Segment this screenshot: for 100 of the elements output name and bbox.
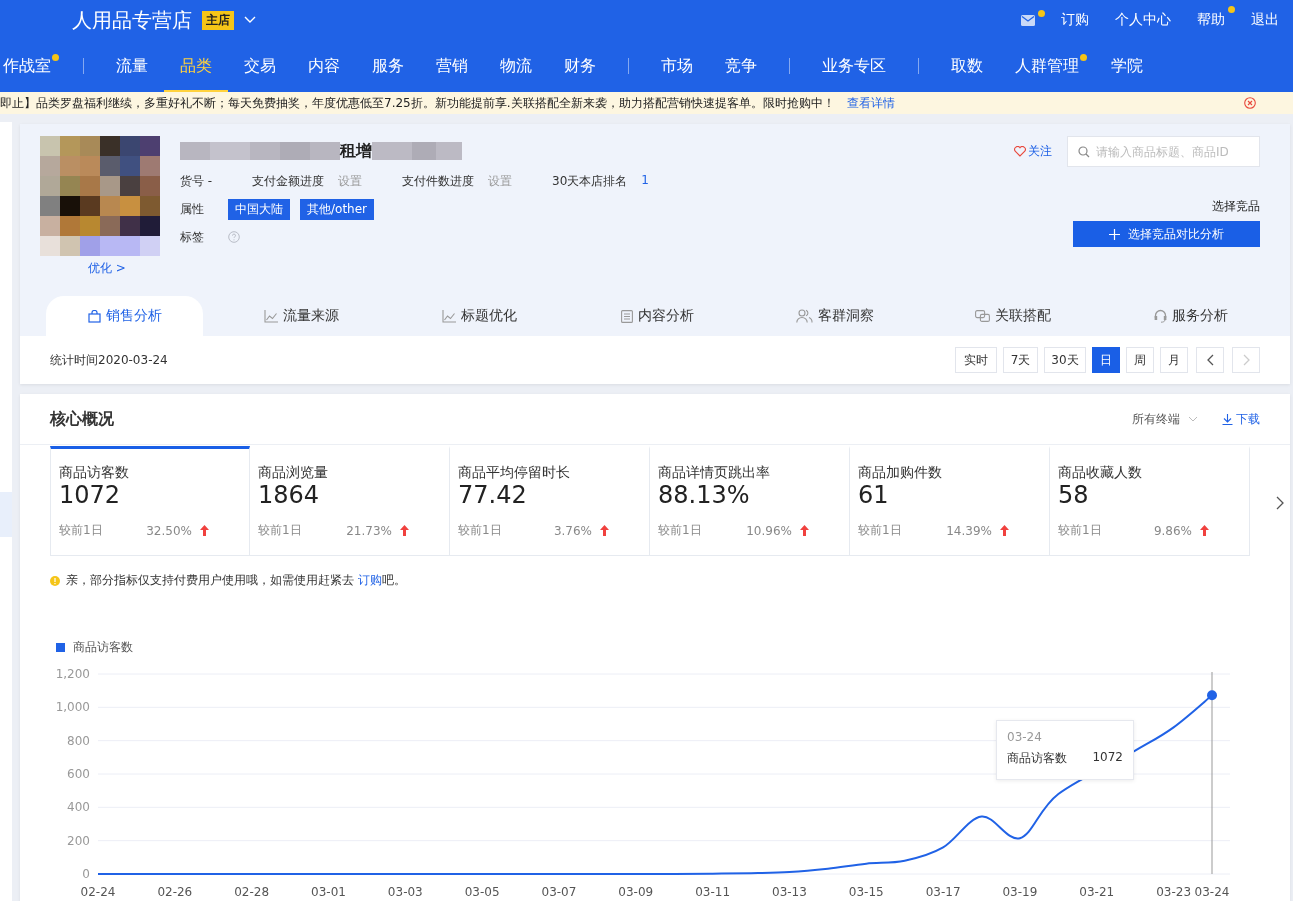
document-icon xyxy=(620,309,633,323)
period-button[interactable]: 7天 xyxy=(1003,347,1038,373)
nav-tab[interactable]: 人群管理 xyxy=(999,40,1095,92)
nav-tab[interactable]: 内容 xyxy=(292,40,356,92)
header-link[interactable]: 退出 xyxy=(1251,11,1279,29)
axis-label: 03-05 xyxy=(464,885,500,898)
follow-button[interactable]: 关注 xyxy=(1014,143,1052,160)
nav-tab[interactable]: 竞争 xyxy=(709,40,773,92)
nav-tab[interactable]: 流量 xyxy=(100,40,164,92)
metric-name: 商品收藏人数 xyxy=(1058,464,1143,482)
axis-label: 02-24 xyxy=(80,885,116,898)
period-button[interactable]: 周 xyxy=(1126,347,1154,373)
info-dot-icon xyxy=(50,575,60,586)
chevron-right-icon xyxy=(1242,354,1250,366)
analysis-tab[interactable]: 关联搭配 xyxy=(933,296,1093,336)
axis-label: 03-17 xyxy=(925,885,961,898)
chevron-right-icon[interactable] xyxy=(1276,496,1284,510)
metric-name: 商品详情页跳出率 xyxy=(658,464,771,482)
metric-card[interactable]: 商品浏览量 1864 较前1日 21.73% xyxy=(250,446,450,556)
tip-text: 亲，部分指标仅支持付费用户使用哦，如需使用赶紧去 订购吧。 xyxy=(66,572,406,589)
metric-value: 61 xyxy=(858,482,890,508)
metric-card[interactable]: 商品收藏人数 58 较前1日 9.86% xyxy=(1050,446,1250,556)
search-field[interactable]: 请输入商品标题、商品ID xyxy=(1067,136,1260,167)
terminal-dropdown[interactable]: 所有终端 xyxy=(1132,410,1198,428)
nav-tab[interactable]: 物流 xyxy=(484,40,548,92)
notice-link[interactable]: 查看详情 xyxy=(846,94,895,112)
store-name: 人用品专营店 xyxy=(72,6,192,34)
download-link[interactable]: 下载 xyxy=(1222,410,1260,428)
header-link[interactable]: 订购 xyxy=(1061,11,1089,29)
analysis-tab[interactable]: 流量来源 xyxy=(221,296,381,336)
nav-tab[interactable]: 学院 xyxy=(1095,40,1159,92)
compare-label: 选择竞品 xyxy=(1212,198,1260,215)
field-label: 支付件数进度 xyxy=(402,172,474,190)
metric-name: 商品平均停留时长 xyxy=(458,464,571,482)
download-icon xyxy=(1222,413,1233,425)
period-button[interactable]: 实时 xyxy=(955,347,997,373)
mail-icon[interactable] xyxy=(1021,14,1035,26)
period-button[interactable]: 月 xyxy=(1160,347,1188,373)
stat-time: 统计时间2020-03-24 xyxy=(50,351,168,369)
compare-label: 较前1日 xyxy=(458,522,502,539)
compare-label: 较前1日 xyxy=(258,522,302,539)
metric-name: 商品加购件数 xyxy=(858,464,943,482)
attribute-tag: 其他/other xyxy=(300,198,374,220)
attribute-label: 属性 xyxy=(180,200,205,218)
nav-tab[interactable]: 业务专区 xyxy=(806,40,902,92)
metric-card[interactable]: 商品详情页跳出率 88.13% 较前1日 10.96% xyxy=(650,446,850,556)
tooltip-label: 商品访客数 xyxy=(1007,750,1067,767)
metric-value: 1072 xyxy=(59,482,122,508)
set-link[interactable]: 设置 xyxy=(338,172,362,190)
axis-label: 800 xyxy=(67,733,90,748)
metric-card[interactable]: 商品加购件数 61 较前1日 14.39% xyxy=(850,446,1050,556)
optimize-link[interactable]: 优化 > xyxy=(88,260,180,277)
people-icon xyxy=(796,309,813,323)
previous-button[interactable] xyxy=(1196,347,1224,373)
field-label: 货号 - xyxy=(180,172,213,190)
rank-value[interactable]: 1 xyxy=(641,172,649,190)
axis-label: 0 xyxy=(82,867,90,881)
compare-label: 较前1日 xyxy=(59,522,103,539)
set-link[interactable]: 设置 xyxy=(488,172,512,190)
close-icon[interactable] xyxy=(1244,97,1256,109)
nav-tab[interactable]: 取数 xyxy=(935,40,999,92)
metric-card[interactable]: 商品平均停留时长 77.42 较前1日 3.76% xyxy=(450,446,650,556)
metric-name: 商品浏览量 xyxy=(258,464,329,482)
nav-tab[interactable]: 交易 xyxy=(228,40,292,92)
product-title: 租增 xyxy=(340,140,372,162)
change-value: 10.96% xyxy=(746,523,792,538)
line-chart-icon xyxy=(263,309,278,323)
period-button[interactable]: 30天 xyxy=(1044,347,1086,373)
store-badge: 主店 xyxy=(202,10,234,30)
axis-label: 200 xyxy=(67,833,90,848)
analysis-tab[interactable]: 内容分析 xyxy=(577,296,737,336)
header-link[interactable]: 个人中心 xyxy=(1115,11,1171,29)
analysis-tab[interactable]: 标题优化 xyxy=(399,296,559,336)
caret-icon xyxy=(1188,416,1198,422)
nav-tab[interactable]: 服务 xyxy=(356,40,420,92)
header-link[interactable]: 帮助 xyxy=(1197,11,1225,29)
metric-card[interactable]: 商品访客数 1072 较前1日 32.50% xyxy=(50,446,250,556)
change-value: 21.73% xyxy=(346,523,392,538)
period-button[interactable]: 日 xyxy=(1092,347,1120,373)
metric-value: 77.42 xyxy=(458,482,528,508)
tooltip-date: 03-24 xyxy=(1007,730,1043,744)
field-label: 支付金额进度 xyxy=(252,172,324,190)
metric-value: 88.13% xyxy=(658,482,751,508)
nav-tab[interactable]: 财务 xyxy=(548,40,612,92)
axis-label: 1,000 xyxy=(55,700,90,715)
compare-label: 较前1日 xyxy=(1058,522,1102,539)
nav-tab[interactable]: 营销 xyxy=(420,40,484,92)
chevron-left-icon xyxy=(1206,354,1214,366)
subscribe-link[interactable]: 订购 xyxy=(357,573,382,587)
analysis-tab[interactable]: 销售分析 xyxy=(46,296,203,336)
analysis-tab[interactable]: 服务分析 xyxy=(1111,296,1271,336)
attribute-tag: 中国大陆 xyxy=(228,198,290,220)
axis-label: 03-21 xyxy=(1079,885,1115,898)
nav-tab[interactable]: 作战室 xyxy=(0,40,67,92)
change-value: 9.86% xyxy=(1153,523,1192,538)
compare-button[interactable]: 选择竞品对比分析 xyxy=(1073,221,1260,247)
caret-icon[interactable] xyxy=(244,16,256,24)
nav-tab[interactable]: 市场 xyxy=(645,40,709,92)
axis-label: 02-28 xyxy=(234,885,270,898)
analysis-tab[interactable]: 客群洞察 xyxy=(755,296,915,336)
